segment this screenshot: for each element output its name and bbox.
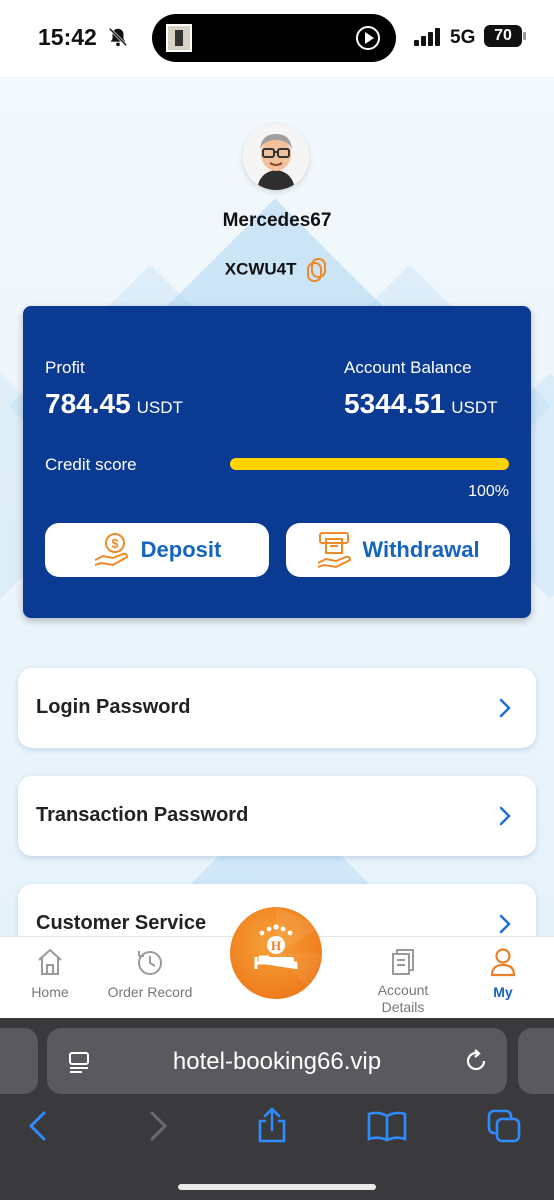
home-indicator <box>178 1184 376 1190</box>
deposit-label: Deposit <box>140 537 222 562</box>
forward-icon[interactable] <box>146 1110 170 1142</box>
nav-my[interactable]: My <box>478 947 528 1000</box>
credit-score-bar <box>230 458 509 470</box>
previous-tab-preview[interactable] <box>0 1028 38 1094</box>
url-text: hotel-booking66.vip <box>172 1048 382 1075</box>
credit-score-percent: 100% <box>468 483 509 500</box>
home-icon <box>38 948 62 975</box>
chevron-right-icon <box>499 698 511 718</box>
nav-order-record-label: Order Record <box>107 984 193 1000</box>
withdrawal-icon <box>317 532 352 569</box>
reload-icon[interactable] <box>463 1048 489 1074</box>
status-time: 15:42 <box>38 24 97 50</box>
battery-icon: 70 <box>484 25 526 47</box>
menu-item-login-password[interactable]: Login Password <box>18 668 536 748</box>
order-record-icon <box>138 951 162 975</box>
balance-unit: USDT <box>451 398 498 417</box>
share-icon[interactable] <box>256 1106 288 1144</box>
profit-amount: 784.45 <box>45 388 131 419</box>
now-playing-thumbnail <box>166 24 192 52</box>
browser-toolbar: hotel-booking66.vip <box>0 1018 554 1200</box>
user-icon <box>490 948 516 977</box>
back-icon[interactable] <box>26 1110 50 1142</box>
avatar-illustration <box>243 124 309 190</box>
withdrawal-button[interactable]: Withdrawal <box>286 523 510 577</box>
bookmarks-icon[interactable] <box>366 1110 408 1142</box>
network-type: 5G <box>450 27 476 48</box>
nav-order-record[interactable]: Order Record <box>100 947 200 1000</box>
nav-home-label: Home <box>31 984 69 1000</box>
hotel-booking-center-button[interactable]: H <box>230 907 322 999</box>
invite-code: XCWU4T <box>224 259 297 279</box>
balance-card: Profit 784.45 USDT Account Balance 5344.5… <box>23 306 531 618</box>
menu-item-label: Transaction Password <box>36 804 249 826</box>
balance-value: 5344.51 USDT <box>344 388 498 420</box>
deposit-button[interactable]: $ Deposit <box>45 523 269 577</box>
avatar[interactable] <box>243 124 309 190</box>
chevron-right-icon <box>499 914 511 934</box>
account-details-icon <box>392 949 414 975</box>
profit-value: 784.45 USDT <box>45 388 183 420</box>
nav-account-details[interactable]: Account Details <box>360 947 446 1016</box>
credit-score-label: Credit score <box>45 455 137 474</box>
invite-code-row: XCWU4T <box>0 257 554 283</box>
play-icon[interactable] <box>356 26 380 50</box>
tabs-icon[interactable] <box>486 1108 522 1144</box>
balance-label: Account Balance <box>344 358 472 377</box>
deposit-icon: $ <box>94 533 128 567</box>
nav-account-details-label: Account Details <box>377 982 429 1015</box>
credit-score-fill <box>230 458 509 470</box>
bottom-nav: Home Order Record H Account Details My <box>0 907 554 1018</box>
withdrawal-label: Withdrawal <box>362 537 480 562</box>
signal-icon <box>414 28 442 46</box>
status-bar: 15:42 5G 70 <box>0 0 554 76</box>
menu-item-label: Customer Service <box>36 912 207 934</box>
next-tab-preview[interactable] <box>518 1028 554 1094</box>
copy-icon[interactable] <box>305 257 329 283</box>
menu-item-transaction-password[interactable]: Transaction Password <box>18 776 536 856</box>
svg-text:H: H <box>271 938 281 953</box>
username: Mercedes67 <box>222 210 332 231</box>
svg-text:$: $ <box>111 536 119 551</box>
menu-item-label: Login Password <box>36 696 191 718</box>
chevron-right-icon <box>499 806 511 826</box>
nav-my-label: My <box>493 984 513 1000</box>
profit-unit: USDT <box>136 398 183 417</box>
bell-off-icon <box>108 27 128 47</box>
address-bar[interactable]: hotel-booking66.vip <box>47 1028 507 1094</box>
balance-amount: 5344.51 <box>344 388 446 419</box>
nav-home[interactable]: Home <box>22 947 78 1000</box>
hotel-logo-icon: H <box>254 907 322 992</box>
profit-label: Profit <box>45 358 85 377</box>
dynamic-island <box>152 14 396 62</box>
